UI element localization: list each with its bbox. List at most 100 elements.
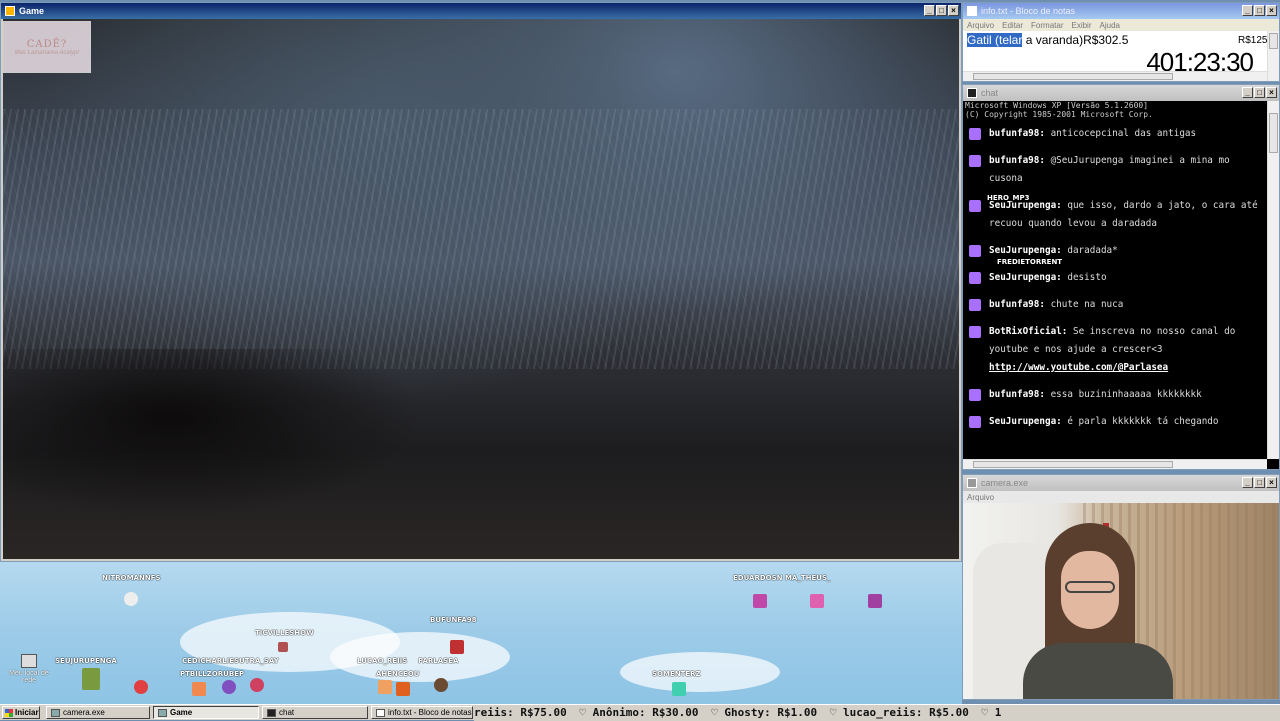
chat-username: SeuJurupenga: (989, 272, 1062, 283)
menu-editar[interactable]: Editar (1002, 21, 1023, 30)
task-chat[interactable]: chat (262, 706, 368, 719)
viewer-sprite (868, 594, 882, 608)
donation-ticker: reiis: R$75.00 ♡ Anônimo: R$30.00 ♡ Ghos… (474, 705, 1280, 721)
maximize-button[interactable]: □ (1254, 477, 1265, 488)
menu-arquivo[interactable]: Arquivo (967, 493, 994, 502)
close-button[interactable]: × (1266, 477, 1277, 488)
chat-username: SeuJurupenga: (989, 416, 1062, 427)
twitch-badge-icon (969, 272, 981, 284)
viewer-sprite (810, 594, 824, 608)
twitch-badge-icon (969, 245, 981, 257)
notepad-horizontal-scrollbar[interactable] (963, 71, 1267, 81)
notepad-goal-line: Gatil (telar a varanda)R$302.5 (967, 33, 1128, 47)
notepad-icon (967, 6, 977, 16)
chat-username: bufunfa98: (989, 389, 1045, 400)
sprite-name: EDUARDOSN MA_THEUS_ (733, 574, 831, 582)
sprite-name: NITROMANNFS (102, 574, 161, 582)
console-icon (967, 88, 977, 98)
game-window-icon (5, 6, 15, 16)
goal-text: a varanda)R$302.5 (1022, 33, 1129, 47)
notepad-title: info.txt - Bloco de notas (981, 6, 1076, 16)
minimize-button[interactable]: _ (1242, 5, 1253, 16)
minimize-button[interactable]: _ (1242, 87, 1253, 98)
twitch-badge-icon (969, 326, 981, 338)
game-app-icon (158, 708, 167, 717)
task-camera[interactable]: camera.exe (46, 706, 150, 719)
viewer-sprite (222, 680, 236, 694)
chat-message-list[interactable]: bufunfa98: anticocepcinal das antigas bu… (965, 125, 1265, 440)
chat-username: bufunfa98: (989, 299, 1045, 310)
camera-title: camera.exe (981, 478, 1029, 488)
game-window-title: Game (19, 6, 45, 16)
menu-formatar[interactable]: Formatar (1031, 21, 1063, 30)
game-window[interactable]: Game _ □ × CADÊ? Mas Lamanarea Acalypr (0, 2, 962, 562)
sprite-name: PARLASEA (418, 657, 459, 665)
chat-horizontal-scrollbar[interactable] (963, 459, 1267, 469)
close-button[interactable]: × (1266, 87, 1277, 98)
maximize-button[interactable]: □ (1254, 87, 1265, 98)
twitch-badge-icon (969, 416, 981, 428)
desktop-icon-label: Meu local de rede (9, 670, 49, 684)
close-button[interactable]: × (1266, 5, 1277, 16)
viewer-sprite (82, 668, 100, 690)
minimize-button[interactable]: _ (924, 5, 935, 16)
ticker-item: reiis: R$75.00 (474, 706, 567, 719)
youtube-link[interactable]: http://www.youtube.com/@Parlasea (989, 362, 1168, 373)
maximize-button[interactable]: □ (1254, 5, 1265, 16)
console-app-icon (267, 708, 276, 717)
computer-icon (21, 654, 37, 668)
network-places-icon[interactable]: Meu local de rede (4, 654, 54, 684)
selected-text: Gatil (telar (967, 33, 1023, 47)
camera-titlebar[interactable]: camera.exe _ □ × (963, 475, 1279, 491)
console-version-line: Microsoft Windows XP [Versão 5.1.2600] (965, 101, 1149, 110)
sprite-name: AHENCEOU (376, 670, 420, 678)
chat-message: bufunfa98: anticocepcinal das antigas (965, 125, 1265, 143)
task-game[interactable]: Game (153, 706, 259, 719)
chat-username: bufunfa98: (989, 128, 1045, 139)
menu-exibir[interactable]: Exibir (1071, 21, 1091, 30)
camera-window[interactable]: camera.exe _ □ × Arquivo (962, 474, 1280, 700)
chat-window[interactable]: chat _ □ × Microsoft Windows XP [Versão … (962, 84, 1280, 470)
notepad-vertical-scrollbar[interactable] (1267, 31, 1279, 81)
sprite-name: BUFUNFA98 (430, 616, 477, 624)
console-copyright-line: (C) Copyright 1985-2001 Microsoft Corp. (965, 110, 1153, 119)
task-label: Game (170, 708, 193, 717)
notepad-titlebar[interactable]: info.txt - Bloco de notas _ □ × (963, 3, 1279, 19)
chat-message: BotRixOficial: Se inscreva no nosso cana… (965, 323, 1265, 377)
maximize-button[interactable]: □ (936, 5, 947, 16)
sprite-name: PTBILLZORUBEP (180, 670, 245, 678)
notepad-window[interactable]: info.txt - Bloco de notas _ □ × Arquivo … (962, 2, 1280, 82)
chat-text: essa buzininhaaaaa kkkkkkkk (1044, 389, 1202, 400)
chat-vertical-scrollbar[interactable] (1267, 101, 1279, 459)
twitch-badge-icon (969, 200, 981, 212)
glasses (1065, 581, 1115, 593)
ticker-item: ♡ Anônimo: R$30.00 (579, 706, 699, 719)
chat-text: é parla kkkkkkk tá chegando (1061, 416, 1219, 427)
video-shadow (3, 349, 423, 519)
menu-arquivo[interactable]: Arquivo (967, 21, 994, 30)
sprite-name: CEDICHARLIESUTRA_SAY (182, 657, 279, 665)
camera-app-icon (51, 708, 60, 717)
task-label: camera.exe (63, 708, 105, 717)
chat-text: chute na nuca (1044, 299, 1124, 310)
menu-ajuda[interactable]: Ajuda (1100, 21, 1120, 30)
viewer-sprite (378, 680, 392, 694)
notepad-text-area[interactable]: Gatil (telar a varanda)R$302.5 R$1250 40… (963, 31, 1279, 81)
chat-message: SeuJurupenga: desisto (965, 269, 1265, 287)
game-video-viewport (3, 19, 959, 559)
console-header: Microsoft Windows XP [Versão 5.1.2600] (… (965, 101, 1153, 119)
start-button[interactable]: Iniciar (2, 706, 40, 719)
minimize-button[interactable]: _ (1242, 477, 1253, 488)
streamer (1023, 523, 1173, 699)
chat-text: desisto (1061, 272, 1107, 283)
chat-username: SeuJurupenga: (989, 245, 1062, 256)
twitch-badge-icon (969, 299, 981, 311)
task-notepad[interactable]: info.txt - Bloco de notas (371, 706, 473, 719)
chat-message: bufunfa98: @SeuJurupenga imaginei a mina… (965, 152, 1265, 188)
game-titlebar[interactable]: Game _ □ × (1, 3, 961, 19)
close-button[interactable]: × (948, 5, 959, 16)
video-straw-texture (3, 109, 959, 369)
chat-titlebar[interactable]: chat _ □ × (963, 85, 1279, 101)
chat-username: BotRixOficial: (989, 326, 1068, 337)
chat-text: daradada* (1061, 245, 1118, 256)
